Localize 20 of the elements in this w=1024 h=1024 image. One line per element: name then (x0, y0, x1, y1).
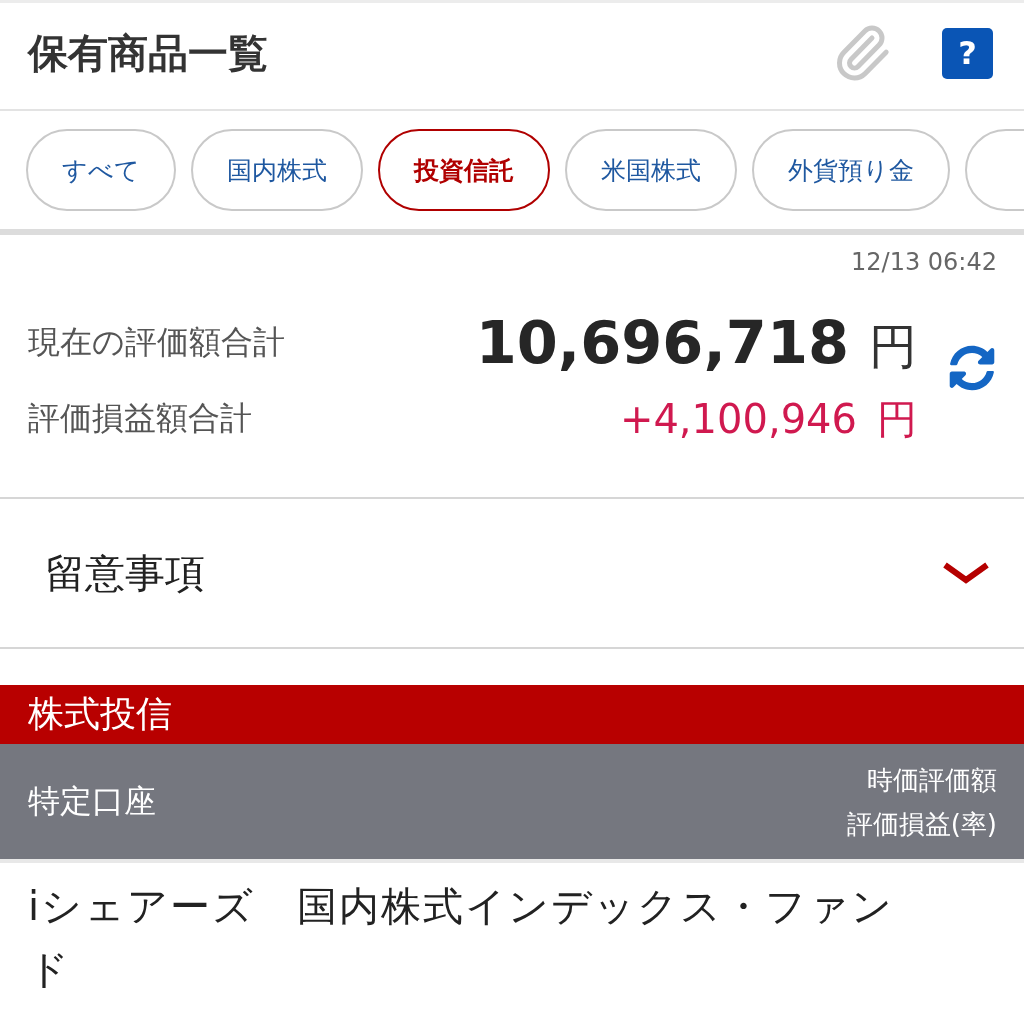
help-button[interactable]: ? (942, 27, 993, 79)
page-title: 保有商品一覧 (28, 28, 268, 78)
gain-value: +4,100,946 (619, 395, 857, 442)
category-tab[interactable]: すべて (26, 129, 176, 211)
total-value: 10,696,718 (475, 307, 849, 377)
section-title: 株式投信 (28, 692, 172, 736)
account-name: 特定口座 (28, 780, 156, 822)
column-header: 評価損益(率) (846, 807, 997, 841)
category-tab[interactable]: 投資信託 (378, 129, 550, 211)
currency-unit: 円 (877, 394, 917, 444)
column-header: 時価評価額 (867, 763, 997, 797)
update-timestamp: 12/13 06:42 (850, 247, 997, 277)
fund-name[interactable]: iシェアーズ 国内株式インデックス・ファンド (28, 875, 898, 1001)
category-tab[interactable]: 米国株式 (565, 129, 737, 211)
summary-label: 評価損益額合計 (28, 398, 253, 439)
category-tab[interactable]: 外貨預り金 (752, 129, 950, 211)
category-tab[interactable]: 国内株式 (191, 129, 363, 211)
refresh-icon[interactable] (947, 343, 997, 393)
summary-label: 現在の評価額合計 (28, 322, 285, 363)
currency-unit: 円 (869, 316, 917, 376)
